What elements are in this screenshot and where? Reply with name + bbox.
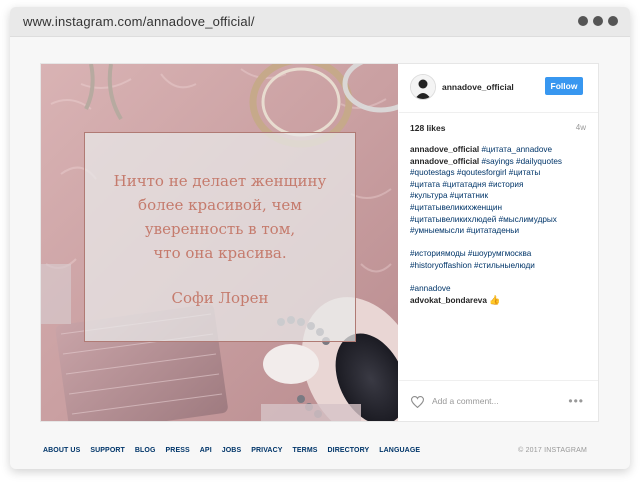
hashtag-link[interactable]: #цитатывеликихженщин xyxy=(410,202,590,214)
quote-line: Ничто не делает женщину xyxy=(113,172,327,190)
comment-bar: Add a comment... ••• xyxy=(399,380,598,422)
footer-nav: ABOUT US SUPPORT BLOG PRESS API JOBS PRI… xyxy=(43,447,430,454)
comment-item: advokat_bondareva 👍 xyxy=(410,295,590,307)
add-comment-input[interactable]: Add a comment... xyxy=(432,396,499,406)
avatar-photo-icon xyxy=(411,75,435,99)
avatar[interactable] xyxy=(410,74,436,100)
address-bar[interactable]: www.instagram.com/annadove_official/ xyxy=(23,14,255,29)
comment-spacer xyxy=(410,272,590,284)
footer-link-press[interactable]: PRESS xyxy=(166,447,190,454)
post-username[interactable]: annadove_official xyxy=(442,82,514,92)
quote-line: более красивой, чем xyxy=(138,196,302,214)
comment-item: annadove_official #цитата_annadove xyxy=(410,144,590,156)
more-options-icon[interactable]: ••• xyxy=(568,394,584,408)
quote-card: Ничто не делает женщину более красивой, … xyxy=(84,132,356,342)
quote-author: Софи Лорен xyxy=(171,289,269,307)
footer-link-terms[interactable]: TERMS xyxy=(293,447,318,454)
footer-link-directory[interactable]: DIRECTORY xyxy=(328,447,370,454)
hashtag-link[interactable]: #умныемысли #цитатаденьи xyxy=(410,225,590,237)
hashtag-link[interactable]: #цитата_annadove xyxy=(481,145,552,154)
quote-text: Ничто не делает женщину более красивой, … xyxy=(85,169,355,265)
hashtag-link[interactable]: #культура #цитатник xyxy=(410,190,590,202)
comment-username[interactable]: annadove_official xyxy=(410,145,479,154)
comment-spacer xyxy=(410,237,590,249)
browser-window: www.instagram.com/annadove_official/ Нич… xyxy=(10,7,630,469)
footer-link-jobs[interactable]: JOBS xyxy=(222,447,241,454)
hashtag-link[interactable]: #annadove xyxy=(410,283,590,295)
comment-username[interactable]: annadove_official xyxy=(410,157,479,166)
hashtag-link[interactable]: #sayings #dailyquotes xyxy=(481,157,562,166)
thumbs-up-icon: 👍 xyxy=(489,294,501,305)
post-age[interactable]: 4w xyxy=(576,123,586,132)
post-card: Ничто не делает женщину более красивой, … xyxy=(40,63,599,422)
copyright: © 2017 INSTAGRAM xyxy=(518,447,587,454)
comment-item: annadove_official #sayings #dailyquotes xyxy=(410,156,590,168)
follow-button[interactable]: Follow xyxy=(545,77,583,95)
post-header: annadove_official Follow xyxy=(399,64,598,113)
footer-link-privacy[interactable]: PRIVACY xyxy=(251,447,282,454)
hashtag-link[interactable]: #цитатывеликихлюдей #мыслимудрых xyxy=(410,214,590,226)
heart-icon[interactable] xyxy=(411,396,424,408)
footer-link-language[interactable]: LANGUAGE xyxy=(379,447,420,454)
quote-line: уверенность в том, xyxy=(144,220,296,238)
footer-link-blog[interactable]: BLOG xyxy=(135,447,156,454)
footer-link-about-us[interactable]: ABOUT US xyxy=(43,447,80,454)
browser-title-bar: www.instagram.com/annadove_official/ xyxy=(10,7,630,37)
window-menu-dots-icon[interactable] xyxy=(578,16,618,26)
hashtag-link[interactable]: #цитата #цитатадня #история xyxy=(410,179,590,191)
post-image[interactable]: Ничто не делает женщину более красивой, … xyxy=(41,64,398,421)
quote-line: что она красива. xyxy=(153,244,287,262)
hashtag-link[interactable]: #historyoffashion #стильныелюди xyxy=(410,260,590,272)
hashtag-link[interactable]: #quotestags #qoutesforgirl #цитаты xyxy=(410,167,590,179)
hashtag-link[interactable]: #историямоды #шоурумгмосква xyxy=(410,248,590,260)
footer-link-support[interactable]: SUPPORT xyxy=(90,447,125,454)
dot-icon xyxy=(608,16,618,26)
post-sidebar: annadove_official Follow 128 likes 4w an… xyxy=(399,64,598,421)
dot-icon xyxy=(593,16,603,26)
comments-list: annadove_official #цитата_annadove annad… xyxy=(410,144,590,306)
likes-count[interactable]: 128 likes xyxy=(410,123,445,133)
footer-link-api[interactable]: API xyxy=(200,447,212,454)
dot-icon xyxy=(578,16,588,26)
comment-username[interactable]: advokat_bondareva xyxy=(410,296,487,305)
